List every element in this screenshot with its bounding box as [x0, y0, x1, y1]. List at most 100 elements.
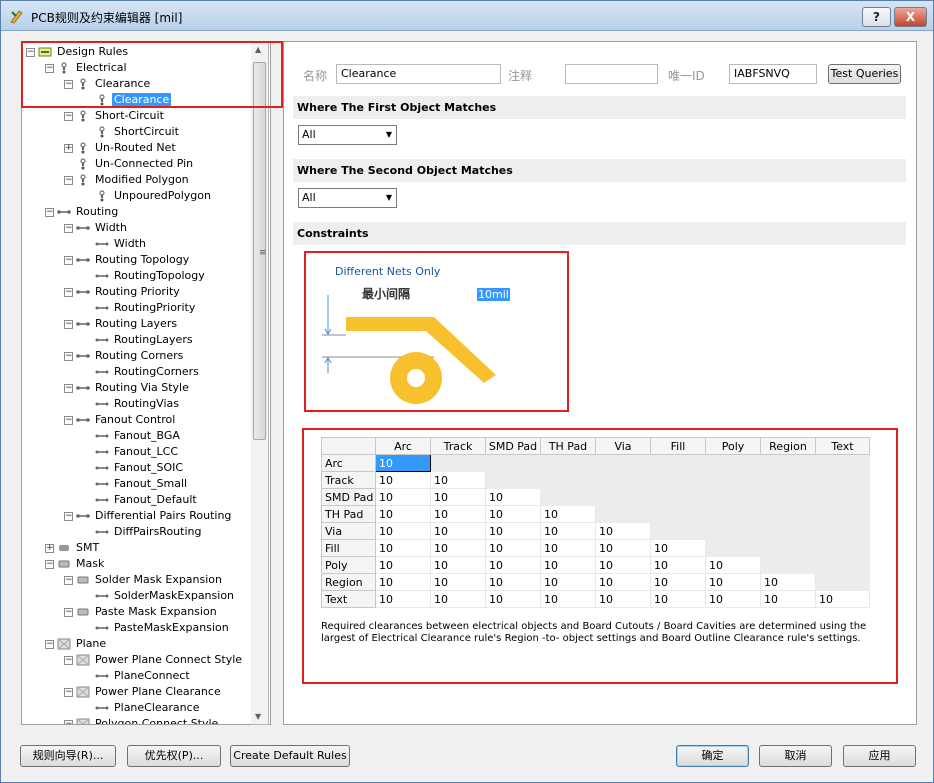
- collapse-icon[interactable]: −: [45, 207, 54, 217]
- collapse-icon[interactable]: −: [64, 383, 73, 393]
- tree-item[interactable]: − Design Rules: [26, 44, 130, 60]
- tree-item[interactable]: DiffPairsRouting: [83, 524, 203, 540]
- matrix-cell[interactable]: 10: [650, 590, 706, 608]
- tree-item[interactable]: − Clearance: [64, 76, 152, 92]
- collapse-icon[interactable]: −: [45, 639, 54, 649]
- matrix-cell[interactable]: 10: [375, 471, 431, 489]
- matrix-cell[interactable]: 10: [760, 590, 816, 608]
- collapse-icon[interactable]: −: [26, 47, 35, 57]
- collapse-icon[interactable]: −: [45, 559, 54, 569]
- tree-item[interactable]: Fanout_BGA: [83, 428, 182, 444]
- tree-scrollbar[interactable]: ▲ ≡ ▼: [251, 41, 269, 725]
- expand-icon[interactable]: +: [64, 143, 73, 153]
- matrix-cell[interactable]: 10: [650, 539, 706, 557]
- tree-item[interactable]: SolderMaskExpansion: [83, 588, 236, 604]
- matrix-cell[interactable]: 10: [540, 573, 596, 591]
- matrix-cell[interactable]: 10: [485, 522, 541, 540]
- collapse-icon[interactable]: −: [64, 223, 73, 233]
- tree-item[interactable]: − Polygon Connect Style: [64, 716, 220, 724]
- tree-item[interactable]: RoutingLayers: [83, 332, 195, 348]
- collapse-icon[interactable]: −: [64, 575, 73, 585]
- matrix-cell[interactable]: 10: [430, 471, 486, 489]
- tree-item[interactable]: PlaneConnect: [83, 668, 192, 684]
- tree-item[interactable]: + SMT: [45, 540, 101, 556]
- tree-item[interactable]: − Routing Priority: [64, 284, 182, 300]
- tree-item[interactable]: RoutingPriority: [83, 300, 197, 316]
- matrix-cell[interactable]: 10: [485, 556, 541, 574]
- matrix-cell[interactable]: 10: [760, 573, 816, 591]
- matrix-cell[interactable]: 10: [430, 522, 486, 540]
- matrix-cell[interactable]: 10: [375, 488, 431, 506]
- collapse-icon[interactable]: −: [64, 687, 73, 697]
- tree-item[interactable]: − Power Plane Clearance: [64, 684, 223, 700]
- collapse-icon[interactable]: −: [64, 319, 73, 329]
- matrix-cell[interactable]: 10: [705, 556, 761, 574]
- matrix-cell[interactable]: 10: [375, 556, 431, 574]
- first-match-select[interactable]: All ▼: [298, 125, 397, 145]
- scroll-thumb[interactable]: ≡: [253, 62, 267, 440]
- tree-item[interactable]: − Routing Topology: [64, 252, 191, 268]
- expand-icon[interactable]: +: [45, 543, 54, 553]
- matrix-cell[interactable]: 10: [540, 505, 596, 523]
- matrix-cell[interactable]: 10: [375, 539, 431, 557]
- matrix-cell[interactable]: 10: [430, 488, 486, 506]
- matrix-cell[interactable]: 10: [430, 505, 486, 523]
- tree-item[interactable]: − Differential Pairs Routing: [64, 508, 233, 524]
- collapse-icon[interactable]: −: [64, 79, 73, 89]
- uid-input[interactable]: IABFSNVQ: [729, 64, 817, 84]
- tree-item[interactable]: Width: [83, 236, 148, 252]
- tree-item[interactable]: + Un-Routed Net: [64, 140, 178, 156]
- matrix-cell[interactable]: 10: [430, 556, 486, 574]
- tree-item[interactable]: Fanout_SOIC: [83, 460, 185, 476]
- matrix-cell[interactable]: 10: [595, 539, 651, 557]
- matrix-cell[interactable]: 10: [430, 573, 486, 591]
- matrix-cell[interactable]: 10: [430, 590, 486, 608]
- tree-item[interactable]: − Modified Polygon: [64, 172, 191, 188]
- matrix-cell[interactable]: 10: [375, 590, 431, 608]
- scroll-down-icon[interactable]: ▼: [255, 712, 261, 721]
- clearance-matrix[interactable]: Arc Track SMD Pad TH Pad Via Fill Poly Region Te…: [321, 437, 870, 608]
- tree-item[interactable]: − Routing Layers: [64, 316, 179, 332]
- rule-wizard-button[interactable]: 规则向导(R)...: [20, 745, 116, 767]
- matrix-cell[interactable]: 10: [595, 590, 651, 608]
- tree-item[interactable]: Un-Connected Pin: [64, 156, 195, 172]
- name-input[interactable]: Clearance: [336, 64, 501, 84]
- tree-item[interactable]: − Paste Mask Expansion: [64, 604, 219, 620]
- collapse-icon[interactable]: −: [64, 287, 73, 297]
- collapse-icon[interactable]: −: [64, 511, 73, 521]
- matrix-cell[interactable]: 10: [595, 522, 651, 540]
- rule-tree[interactable]: − Design Rules − Electrical − Clearance Cleara…: [21, 41, 271, 725]
- matrix-cell[interactable]: 10: [485, 573, 541, 591]
- tree-item[interactable]: Fanout_LCC: [83, 444, 180, 460]
- matrix-cell[interactable]: 10: [375, 573, 431, 591]
- tree-item[interactable]: ShortCircuit: [83, 124, 181, 140]
- tree-item[interactable]: − Short-Circuit: [64, 108, 166, 124]
- matrix-cell[interactable]: 10: [430, 539, 486, 557]
- matrix-cell[interactable]: 10: [540, 539, 596, 557]
- priority-button[interactable]: 优先权(P)...: [127, 745, 221, 767]
- scroll-up-icon[interactable]: ▲: [255, 45, 261, 54]
- tree-item[interactable]: Fanout_Small: [83, 476, 189, 492]
- matrix-cell[interactable]: 10: [375, 454, 431, 472]
- matrix-cell[interactable]: 10: [650, 573, 706, 591]
- tree-item[interactable]: RoutingTopology: [83, 268, 207, 284]
- tree-item[interactable]: − Routing: [45, 204, 120, 220]
- matrix-cell[interactable]: 10: [485, 488, 541, 506]
- tree-item[interactable]: Clearance: [83, 92, 172, 108]
- tree-item[interactable]: RoutingVias: [83, 396, 181, 412]
- tree-item[interactable]: Fanout_Default: [83, 492, 199, 508]
- help-button[interactable]: ?: [862, 7, 891, 27]
- tree-item[interactable]: − Mask: [45, 556, 106, 572]
- tree-item[interactable]: − Electrical: [45, 60, 129, 76]
- comment-input[interactable]: [565, 64, 658, 84]
- matrix-cell[interactable]: 10: [815, 590, 870, 608]
- collapse-icon[interactable]: −: [64, 111, 73, 121]
- matrix-cell[interactable]: 10: [485, 539, 541, 557]
- matrix-cell[interactable]: 10: [540, 522, 596, 540]
- ok-button[interactable]: 确定: [676, 745, 749, 767]
- matrix-cell[interactable]: 10: [595, 573, 651, 591]
- matrix-cell[interactable]: 10: [540, 556, 596, 574]
- collapse-icon[interactable]: −: [64, 719, 73, 724]
- matrix-cell[interactable]: 10: [540, 590, 596, 608]
- collapse-icon[interactable]: −: [64, 655, 73, 665]
